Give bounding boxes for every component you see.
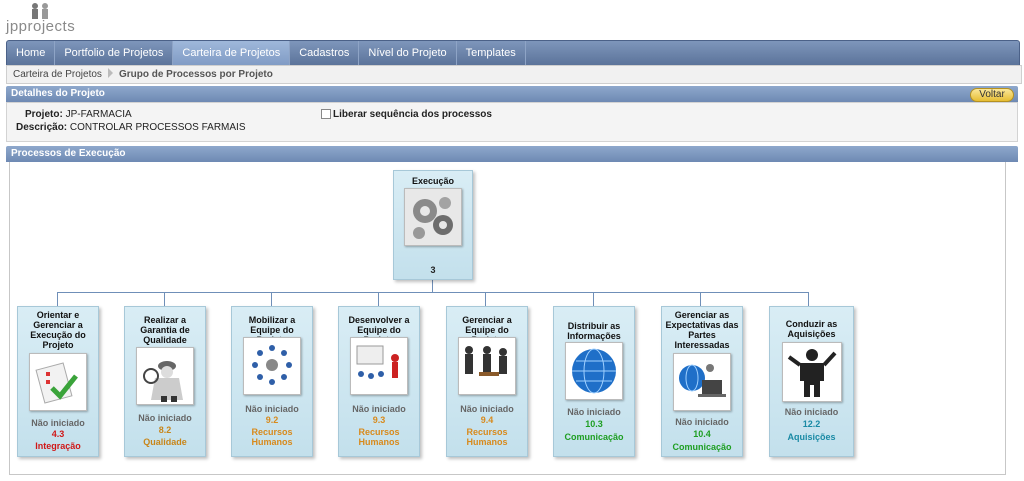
process-code: 10.4 — [693, 429, 711, 439]
process-status: Não iniciado — [567, 407, 621, 417]
globe-icon — [565, 342, 623, 400]
processes-header: Processos de Execução — [6, 146, 1018, 162]
process-card-9-2[interactable]: Mobilizar a Equipe do Projeto Não inicia… — [231, 306, 313, 457]
voltar-button[interactable]: Voltar — [970, 88, 1014, 102]
presenter-icon — [781, 342, 842, 402]
process-status: Não iniciado — [138, 413, 192, 423]
process-area: Qualidade — [143, 437, 187, 447]
checklist-icon — [29, 353, 87, 411]
process-code: 8.2 — [158, 425, 172, 435]
process-title: Realizar a Garantia de Qualidade — [140, 315, 190, 345]
connector-7 — [700, 292, 701, 306]
process-status: Não iniciado — [31, 418, 85, 428]
nav-home[interactable]: Home — [7, 41, 56, 66]
connector-horizontal — [57, 292, 809, 293]
process-area: Aquisições — [787, 432, 836, 442]
presentation-icon — [350, 337, 408, 395]
process-area: Integração — [35, 441, 81, 451]
process-status: Não iniciado — [245, 404, 299, 414]
processes-title: Processos de Execução — [11, 148, 126, 159]
connector-4 — [378, 292, 379, 306]
connector-8 — [808, 292, 809, 306]
descricao-label: Descrição: — [16, 122, 68, 133]
process-status: Não iniciado — [675, 417, 729, 427]
breadcrumb: Carteira de Projetos Grupo de Processos p… — [6, 65, 1022, 84]
process-card-10-3[interactable]: Distribuir as Informações Não iniciado 1… — [553, 306, 635, 457]
process-status: Não iniciado — [460, 404, 514, 414]
process-code: 9.3 — [372, 415, 386, 425]
process-title: Gerenciar as Expectativas das Partes Int… — [665, 310, 739, 350]
gears-icon — [404, 188, 462, 246]
process-code: 3 — [430, 265, 436, 275]
process-card-8-2[interactable]: Realizar a Garantia de Qualidade Não ini… — [124, 306, 206, 457]
connector-2 — [164, 292, 165, 306]
nav-nivel[interactable]: Nível do Projeto — [359, 41, 457, 66]
process-area: Comunicação — [672, 442, 732, 452]
process-card-10-4[interactable]: Gerenciar as Expectativas das Partes Int… — [661, 306, 743, 457]
process-status: Não iniciado — [784, 407, 839, 417]
process-card-4-3[interactable]: Orientar e Gerenciar a Execução do Proje… — [17, 306, 99, 457]
process-code: 12.2 — [802, 419, 821, 429]
logo: jpprojects — [6, 2, 76, 36]
projeto-value: JP-FARMACIA — [65, 109, 132, 120]
liberar-checkbox[interactable] — [321, 109, 331, 119]
team-circle-icon — [243, 337, 301, 395]
process-title: Execução — [411, 176, 455, 186]
process-area: Recursos Humanos — [466, 427, 508, 447]
process-card-root[interactable]: Execução 3 — [393, 170, 473, 280]
nav-carteira[interactable]: Carteira de Projetos — [173, 41, 291, 66]
process-title: Orientar e Gerenciar a Execução do Proje… — [30, 310, 86, 350]
globe-laptop-icon — [673, 353, 731, 411]
projeto-label: Projeto: — [25, 109, 63, 120]
process-code: 9.2 — [265, 415, 279, 425]
connector-3 — [271, 292, 272, 306]
breadcrumb-parent[interactable]: Carteira de Projetos — [13, 69, 102, 80]
process-area: Recursos Humanos — [251, 427, 293, 447]
connector-1 — [57, 292, 58, 306]
process-code: 9.4 — [480, 415, 494, 425]
details-title: Detalhes do Projeto — [11, 88, 105, 99]
descricao-value: CONTROLAR PROCESSOS FARMAIS — [69, 122, 246, 133]
liberar-label: Liberar sequência dos processos — [333, 109, 492, 120]
main-nav: Home Portfolio de Projetos Carteira de P… — [6, 40, 1020, 67]
nav-cadastros[interactable]: Cadastros — [290, 41, 360, 66]
breadcrumb-current: Grupo de Processos por Projeto — [118, 69, 273, 80]
connector-6 — [593, 292, 594, 306]
meeting-icon — [458, 337, 516, 395]
process-card-9-4[interactable]: Gerenciar a Equipe do Projeto Não inicia… — [446, 306, 528, 457]
details-header: Detalhes do Projeto — [6, 86, 1018, 102]
process-status: Não iniciado — [352, 404, 406, 414]
projeto-row: Projeto: JP-FARMACIA — [25, 109, 132, 120]
inspector-icon — [136, 347, 194, 405]
process-area: Recursos Humanos — [358, 427, 400, 447]
process-area: Comunicação — [564, 432, 624, 442]
connector-root — [432, 278, 433, 293]
process-card-9-3[interactable]: Desenvolver a Equipe do Projeto Não inic… — [338, 306, 420, 457]
logo-text: jpprojects — [6, 18, 76, 35]
nav-portfolio[interactable]: Portfolio de Projetos — [55, 41, 174, 66]
connector-5 — [485, 292, 486, 306]
breadcrumb-separator-icon — [107, 68, 113, 78]
process-card-12-2[interactable]: Conduzir as Aquisições Não iniciado 12.2… — [769, 306, 854, 457]
process-code: 4.3 — [51, 429, 65, 439]
descricao-row: Descrição: CONTROLAR PROCESSOS FARMAIS — [16, 122, 246, 133]
nav-templates[interactable]: Templates — [457, 41, 526, 66]
process-title: Distribuir as Informações — [567, 321, 621, 341]
process-title: Conduzir as Aquisições — [785, 319, 838, 339]
process-code: 10.3 — [585, 419, 603, 429]
